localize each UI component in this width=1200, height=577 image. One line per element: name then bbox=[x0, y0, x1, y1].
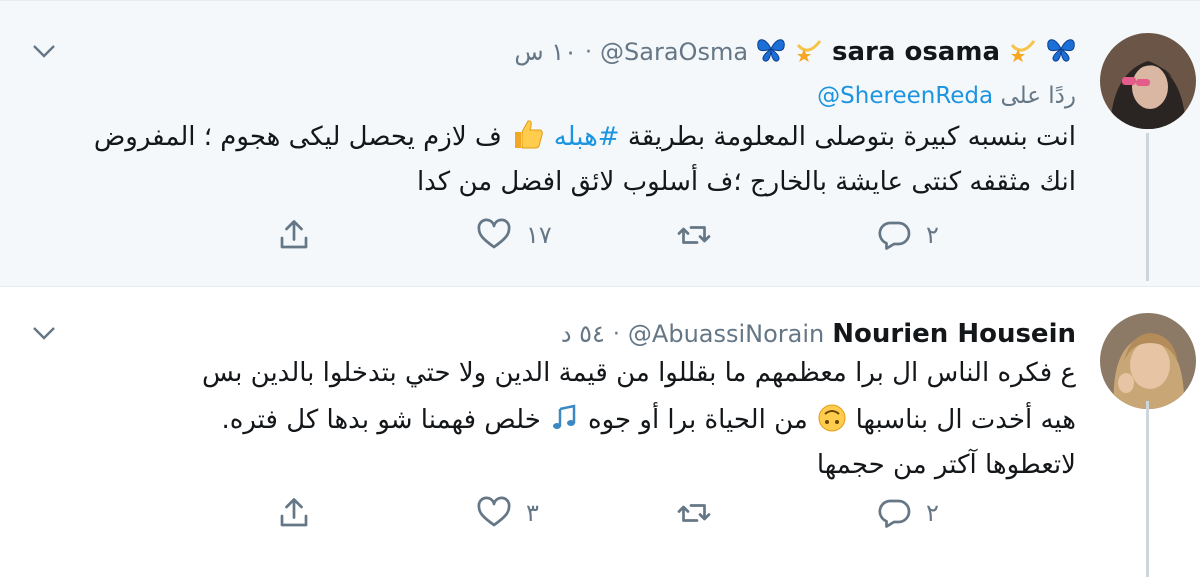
like-count: ١٧ bbox=[526, 221, 552, 249]
reply-mention-link[interactable]: @ShereenReda bbox=[817, 83, 993, 109]
thread-line bbox=[1146, 133, 1149, 281]
retweet-icon bbox=[677, 226, 711, 244]
hashtag-link[interactable]: #هبله bbox=[554, 122, 620, 152]
heart-icon bbox=[477, 218, 511, 249]
separator-dot: · bbox=[612, 321, 620, 347]
tweet-text: انت بنسبه كبيرة بتوصلى المعلومة بطريقة #… bbox=[76, 113, 1076, 205]
share-button[interactable] bbox=[276, 495, 476, 531]
music-notes-emoji bbox=[541, 402, 580, 435]
avatar[interactable] bbox=[1100, 33, 1196, 129]
display-name[interactable]: Nourien Housein bbox=[832, 319, 1076, 349]
thread-line bbox=[1146, 401, 1149, 577]
shooting-star-emoji bbox=[794, 35, 824, 70]
retweet-button[interactable] bbox=[676, 495, 876, 531]
tweet-text-line: ع فكره الناس ال برا معظمهم ما بقللوا من … bbox=[202, 358, 1076, 388]
tweet-text-line: لاتعطوها آكتر من حجمها bbox=[816, 450, 1076, 480]
avatar[interactable] bbox=[1100, 313, 1196, 409]
share-button[interactable] bbox=[276, 217, 476, 253]
share-icon bbox=[280, 220, 308, 249]
like-button[interactable]: ١٧ bbox=[476, 217, 676, 253]
share-icon bbox=[280, 498, 308, 527]
reply-count: ٢ bbox=[926, 221, 939, 249]
timeline: sara osama @SaraOsma · ١٠ س ردًا على @Sh… bbox=[0, 0, 1200, 577]
tweet-actions: ٢ ١٧ bbox=[126, 215, 1076, 255]
timestamp[interactable]: ١٠ س bbox=[514, 38, 577, 66]
tweet[interactable]: Nourien Housein @AbuassiNorain · ٥٤ د ع … bbox=[0, 286, 1200, 577]
reply-count: ٢ bbox=[926, 499, 939, 527]
upside-down-face-emoji bbox=[808, 402, 856, 435]
chevron-down-icon[interactable] bbox=[30, 41, 58, 61]
replying-label: ردًا على bbox=[1000, 83, 1076, 109]
reply-icon bbox=[878, 221, 911, 250]
reply-button[interactable]: ٢ bbox=[876, 217, 1076, 253]
butterfly-emoji bbox=[1046, 35, 1076, 70]
like-count: ٣ bbox=[526, 499, 539, 527]
like-button[interactable]: ٣ bbox=[476, 495, 676, 531]
tweet-text-part: من الحياة برا أو جوه bbox=[579, 405, 808, 435]
tweet-text-part: خلص فهمنا شو بدها كل فتره. bbox=[221, 405, 541, 435]
shooting-star-emoji bbox=[1008, 35, 1038, 70]
retweet-button[interactable] bbox=[676, 217, 876, 253]
tweet-text-part: هيه أخدت ال بناسبها bbox=[855, 405, 1076, 435]
replying-to: ردًا على @ShereenReda bbox=[817, 83, 1076, 109]
tweet[interactable]: sara osama @SaraOsma · ١٠ س ردًا على @Sh… bbox=[0, 0, 1200, 287]
thumbs-up-emoji bbox=[502, 119, 554, 152]
timestamp[interactable]: ٥٤ د bbox=[561, 320, 605, 348]
display-name[interactable]: sara osama bbox=[832, 37, 1000, 67]
tweet-header: sara osama @SaraOsma · ١٠ س bbox=[514, 35, 1076, 69]
retweet-icon bbox=[677, 504, 711, 522]
tweet-text-line: هيه أخدت ال بناسبها من الحياة برا أو جوه… bbox=[72, 396, 1076, 443]
user-handle[interactable]: @SaraOsma bbox=[600, 38, 748, 66]
reply-button[interactable]: ٢ bbox=[876, 495, 1076, 531]
tweet-text-part: انت بنسبه كبيرة بتوصلى المعلومة بطريقة bbox=[619, 122, 1076, 152]
heart-icon bbox=[477, 496, 511, 527]
user-handle[interactable]: @AbuassiNorain bbox=[628, 320, 824, 348]
tweet-actions: ٢ ٣ bbox=[126, 493, 1076, 533]
tweet-header: Nourien Housein @AbuassiNorain · ٥٤ د bbox=[561, 317, 1076, 351]
separator-dot: · bbox=[585, 39, 593, 65]
butterfly-emoji bbox=[756, 35, 786, 70]
chevron-down-icon[interactable] bbox=[30, 323, 58, 343]
tweet-text: ع فكره الناس ال برا معظمهم ما بقللوا من … bbox=[72, 351, 1076, 488]
reply-icon bbox=[878, 499, 911, 528]
